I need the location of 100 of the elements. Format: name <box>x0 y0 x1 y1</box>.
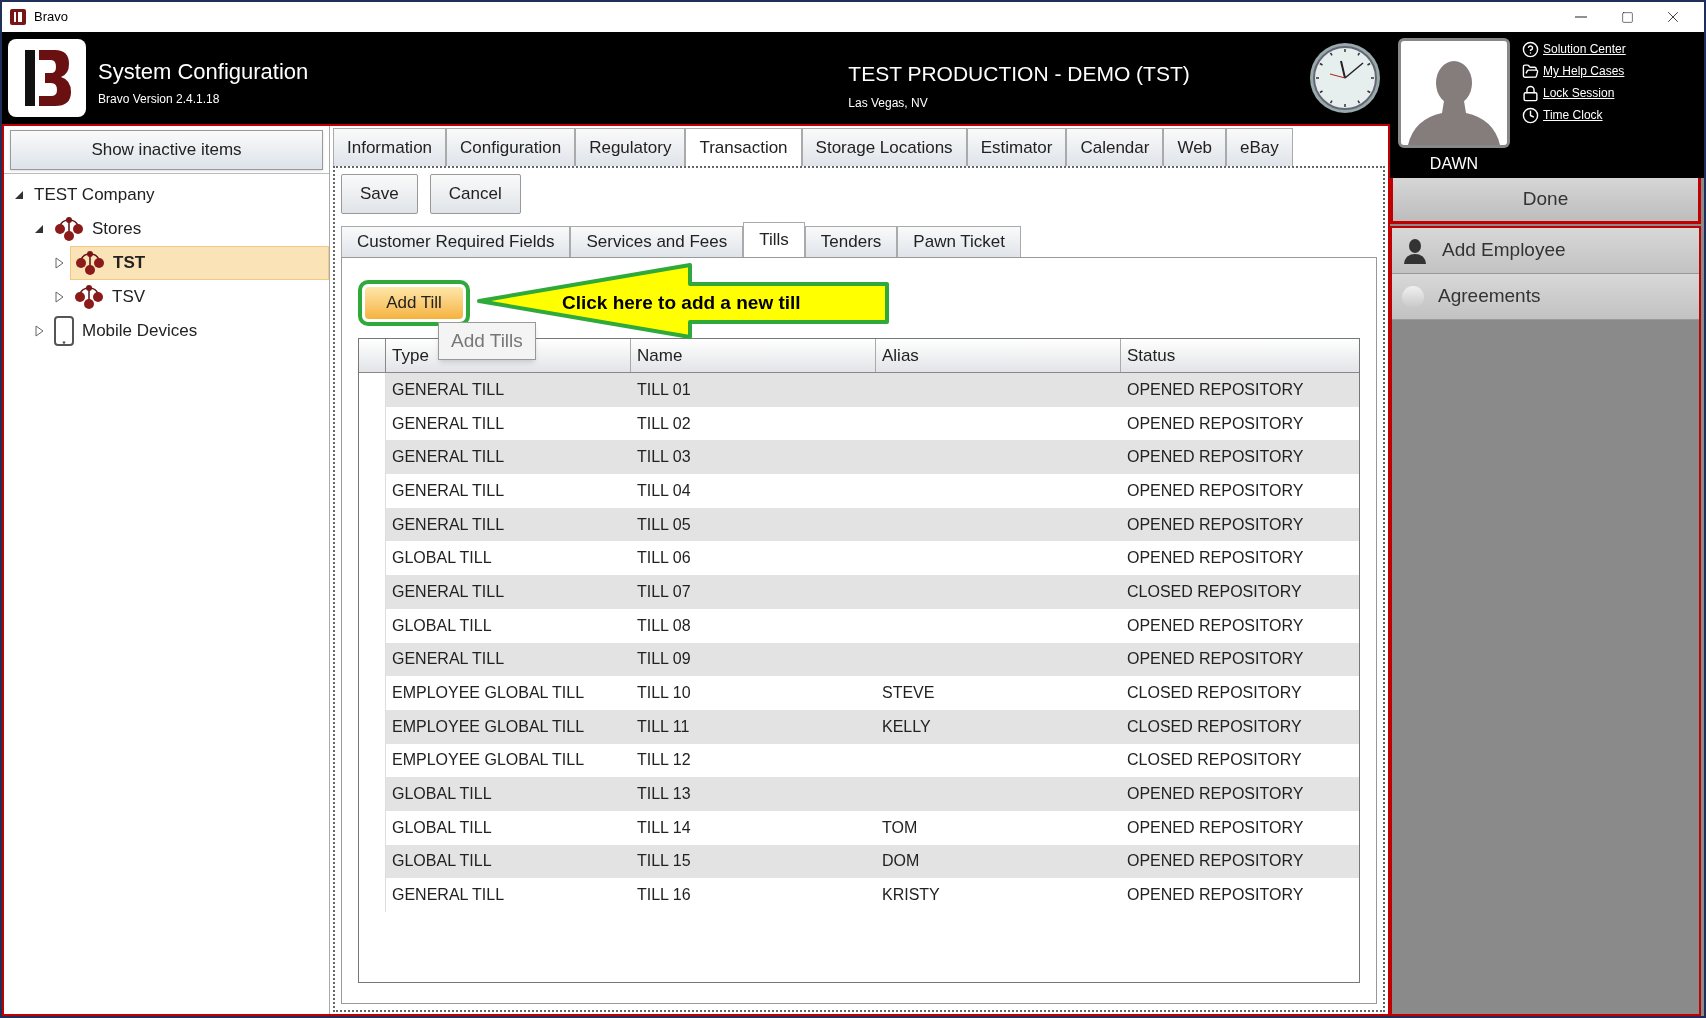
table-cell: GLOBAL TILL <box>392 852 492 870</box>
table-cell: OPENED REPOSITORY <box>1127 448 1304 466</box>
table-cell: OPENED REPOSITORY <box>1127 818 1304 836</box>
table-cell: OPENED REPOSITORY <box>1127 785 1304 803</box>
tab[interactable]: Information <box>333 128 447 166</box>
sub-tab[interactable]: Tenders <box>804 226 898 257</box>
maximize-icon <box>1620 10 1634 24</box>
tree-item[interactable]: Mobile Devices <box>50 314 329 348</box>
tab[interactable]: Calendar <box>1066 128 1164 166</box>
table-cell: GLOBAL TILL <box>392 549 492 567</box>
table-cell: CLOSED REPOSITORY <box>1127 684 1302 702</box>
table-cell: TILL 11 <box>637 717 690 735</box>
save-button[interactable]: Save <box>341 174 418 214</box>
table-cell: TILL 07 <box>637 582 691 600</box>
table-cell: EMPLOYEE GLOBAL TILL <box>392 751 585 769</box>
table-cell: TILL 01 <box>637 380 691 398</box>
window-title: Bravo <box>34 8 68 27</box>
table-cell: STEVE <box>882 684 935 702</box>
table-cell: TILL 09 <box>637 650 691 668</box>
tree-item[interactable]: TEST Company <box>30 178 329 212</box>
tree-item[interactable]: TSV <box>70 280 329 314</box>
table-cell: GENERAL TILL <box>392 380 505 398</box>
table-cell: OPENED REPOSITORY <box>1127 414 1304 432</box>
tab[interactable]: Estimator <box>966 128 1067 166</box>
table-cell: GENERAL TILL <box>392 886 505 904</box>
tab[interactable]: Transaction <box>685 128 802 166</box>
table-cell: TILL 13 <box>637 785 691 803</box>
column-header[interactable]: Name <box>631 339 876 372</box>
table-cell: GLOBAL TILL <box>392 616 492 634</box>
table-cell: GLOBAL TILL <box>392 785 492 803</box>
table-cell: OPENED REPOSITORY <box>1127 515 1304 533</box>
tree-item[interactable]: Stores <box>50 212 329 246</box>
table-cell: TILL 03 <box>637 448 691 466</box>
company-title: TEST PRODUCTION - DEMO (TST) <box>848 61 1190 88</box>
table-cell: DOM <box>882 852 920 870</box>
table-cell: GENERAL TILL <box>392 481 505 499</box>
table-cell: TILL 10 <box>637 684 691 702</box>
expand-arrow-icon[interactable] <box>52 257 66 269</box>
person-icon <box>1402 237 1428 264</box>
sub-tab[interactable]: Tills <box>743 222 805 257</box>
tree-label: TST <box>113 252 146 275</box>
cancel-button[interactable]: Cancel <box>429 174 521 214</box>
table-cell: TILL 02 <box>637 414 691 432</box>
tab[interactable]: Web <box>1163 128 1227 166</box>
table-cell: OPENED REPOSITORY <box>1127 380 1304 398</box>
tree-label: Mobile Devices <box>82 320 198 343</box>
header-link[interactable]: Solution Center <box>1543 40 1626 58</box>
store-icon <box>74 284 104 310</box>
header-link[interactable]: Lock Session <box>1543 84 1615 102</box>
table-cell: GENERAL TILL <box>392 448 505 466</box>
callout-text: Click here to add a new till <box>562 291 801 315</box>
table-cell: OPENED REPOSITORY <box>1127 616 1304 634</box>
column-header[interactable]: Status <box>1121 339 1359 372</box>
header-link[interactable]: My Help Cases <box>1543 62 1625 80</box>
folder-icon <box>1522 62 1539 80</box>
table-cell: EMPLOYEE GLOBAL TILL <box>392 717 585 735</box>
table-cell: TILL 04 <box>637 481 691 499</box>
lock-icon <box>1522 84 1539 102</box>
table-cell: OPENED REPOSITORY <box>1127 886 1304 904</box>
table-cell: TILL 06 <box>637 549 691 567</box>
table-cell: GLOBAL TILL <box>392 818 492 836</box>
sub-tab[interactable]: Pawn Ticket <box>897 226 1021 257</box>
tab[interactable]: eBay <box>1226 128 1293 166</box>
tree-item[interactable]: TST <box>70 246 329 280</box>
tree-label: TEST Company <box>34 184 155 207</box>
table-cell: OPENED REPOSITORY <box>1127 549 1304 567</box>
store-icon <box>54 216 84 242</box>
table-cell: TOM <box>882 818 918 836</box>
location-text: Las Vegas, NV <box>848 94 929 112</box>
table-cell: GENERAL TILL <box>392 414 505 432</box>
add-till-button[interactable]: Add Till <box>365 287 463 319</box>
table-cell: CLOSED REPOSITORY <box>1127 717 1302 735</box>
tab[interactable]: Storage Locations <box>801 128 967 166</box>
table-cell: GENERAL TILL <box>392 650 505 668</box>
column-header[interactable]: Alias <box>876 339 1121 372</box>
expand-arrow-icon[interactable] <box>32 325 46 337</box>
clock-icon <box>1522 106 1539 124</box>
tab[interactable]: Regulatory <box>575 128 686 166</box>
done-button[interactable]: Done <box>1390 178 1701 224</box>
store-icon <box>75 250 105 276</box>
header-link[interactable]: Time Clock <box>1543 106 1603 124</box>
help-icon <box>1522 40 1539 58</box>
table-cell: GENERAL TILL <box>392 582 505 600</box>
table-cell: TILL 15 <box>637 852 691 870</box>
side-menu-item[interactable]: Add Employee <box>1392 228 1699 274</box>
table-cell: KRISTY <box>882 886 940 904</box>
table-cell: TILL 16 <box>637 886 691 904</box>
table-cell: TILL 08 <box>637 616 691 634</box>
tab[interactable]: Configuration <box>446 128 576 166</box>
tooltip: Add Tills <box>438 322 536 360</box>
side-menu-item[interactable]: Agreements <box>1392 274 1699 320</box>
table-cell: OPENED REPOSITORY <box>1127 852 1304 870</box>
row-header[interactable] <box>359 373 386 407</box>
minimize-icon <box>1575 16 1587 18</box>
app-title: System Configuration <box>98 57 309 86</box>
sub-tab[interactable]: Services and Fees <box>570 226 744 257</box>
expand-arrow-icon[interactable] <box>52 291 66 303</box>
table-cell: EMPLOYEE GLOBAL TILL <box>392 684 585 702</box>
sub-tab[interactable]: Customer Required Fields <box>341 226 571 257</box>
table-cell: CLOSED REPOSITORY <box>1127 751 1302 769</box>
